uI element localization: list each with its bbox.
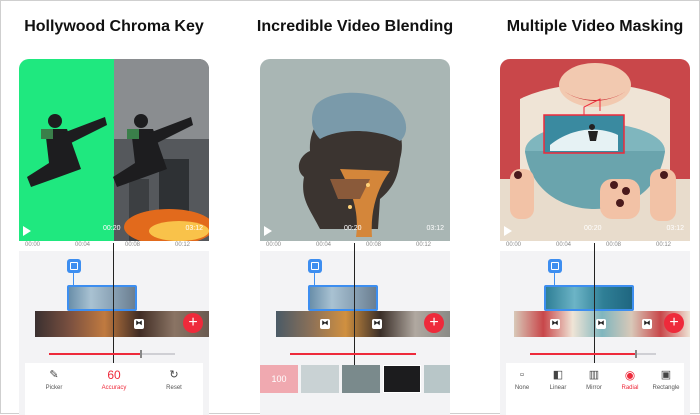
ruler-tick: 00:12 bbox=[175, 242, 191, 248]
blend-thumbnails: 100 bbox=[260, 365, 450, 393]
reset-icon: ↻ bbox=[169, 369, 179, 381]
chroma-key-image bbox=[19, 59, 209, 241]
ruler-tick: 00:12 bbox=[656, 242, 672, 248]
slider-fill bbox=[49, 353, 140, 355]
linear-icon: ◧ bbox=[552, 369, 564, 381]
tool-label: Linear bbox=[549, 385, 567, 391]
slider-knob[interactable] bbox=[139, 350, 142, 358]
phone-screen: 00:20 03:12 00:00 00:04 00:08 00:12 ⧓ ⧓ … bbox=[500, 59, 690, 415]
total-time: 03:12 bbox=[666, 225, 684, 232]
add-clip-button[interactable]: + bbox=[424, 313, 444, 333]
transition-icon[interactable]: ⧓ bbox=[596, 319, 606, 329]
transition-icon[interactable]: ⧓ bbox=[372, 319, 382, 329]
blend-thumb[interactable]: 100 bbox=[260, 365, 298, 393]
transition-icon[interactable]: ⧓ bbox=[134, 319, 144, 329]
mask-linear[interactable]: ◧ Linear bbox=[538, 369, 578, 391]
accuracy-value: 60 bbox=[107, 368, 121, 382]
panel-video-masking: Multiple Video Masking 00:20 03:12 00:00… bbox=[496, 1, 694, 415]
slider-knob[interactable] bbox=[634, 350, 637, 358]
ruler-tick: 00:08 bbox=[606, 242, 622, 248]
current-time: 00:20 bbox=[584, 225, 602, 232]
ruler-tick: 00:00 bbox=[25, 242, 41, 248]
video-preview[interactable]: 00:20 03:12 bbox=[260, 59, 450, 241]
ruler-tick: 00:04 bbox=[75, 242, 91, 248]
mask-rectangle[interactable]: ▣ Rectangle bbox=[646, 369, 686, 391]
phone-screen: 00:20 03:12 00:00 00:04 00:08 00:12 ⧓ + … bbox=[19, 59, 209, 415]
tool-label: None bbox=[514, 385, 530, 391]
ruler-tick: 00:12 bbox=[416, 242, 432, 248]
video-preview[interactable]: 00:20 03:12 bbox=[19, 59, 209, 241]
transition-icon[interactable]: ⧓ bbox=[550, 319, 560, 329]
overlay-pin-icon[interactable] bbox=[308, 259, 322, 273]
play-icon[interactable] bbox=[504, 226, 512, 236]
none-icon: ▫ bbox=[520, 369, 524, 381]
slider-fill bbox=[530, 353, 635, 355]
rectangle-icon: ▣ bbox=[660, 369, 672, 381]
ruler-tick: 00:04 bbox=[556, 242, 572, 248]
tool-bar: ✎ Picker 60 Accuracy ↻ Reset bbox=[25, 363, 203, 415]
play-icon[interactable] bbox=[264, 226, 272, 236]
picker-tool[interactable]: ✎ Picker bbox=[29, 369, 79, 391]
timeline-ruler: 00:00 00:04 00:08 00:12 bbox=[500, 241, 690, 251]
current-time: 00:20 bbox=[344, 225, 362, 232]
panel-caption: Hollywood Chroma Key bbox=[24, 18, 204, 35]
overlay-pin-icon[interactable] bbox=[548, 259, 562, 273]
blend-thumb[interactable] bbox=[383, 365, 421, 393]
slider-fill bbox=[290, 353, 416, 355]
current-time: 00:20 bbox=[103, 225, 121, 232]
video-preview[interactable]: 00:20 03:12 bbox=[500, 59, 690, 241]
timeline-ruler: 00:00 00:04 00:08 00:12 bbox=[19, 241, 209, 251]
tool-label: Picker bbox=[45, 385, 63, 391]
total-time: 03:12 bbox=[185, 225, 203, 232]
tool-label: Accuracy bbox=[101, 385, 127, 391]
blend-thumb[interactable] bbox=[301, 365, 339, 393]
mask-none[interactable]: ▫ None bbox=[502, 369, 542, 391]
mask-radial[interactable]: ◉ Radial bbox=[610, 369, 650, 391]
mask-slider[interactable] bbox=[530, 350, 656, 358]
add-clip-button[interactable]: + bbox=[664, 313, 684, 333]
ruler-tick: 00:04 bbox=[316, 242, 332, 248]
tool-label: Rectangle bbox=[652, 385, 680, 391]
phone-screen: 00:20 03:12 00:00 00:04 00:08 00:12 ⧓ ⧓ … bbox=[260, 59, 450, 415]
panel-chroma-key: Hollywood Chroma Key 00:20 03:12 00:00 0… bbox=[15, 1, 213, 415]
reset-tool[interactable]: ↻ Reset bbox=[149, 369, 199, 391]
blend-slider[interactable] bbox=[290, 353, 416, 355]
ruler-tick: 00:08 bbox=[366, 242, 382, 248]
overlay-clip[interactable] bbox=[544, 285, 634, 311]
mirror-icon: ▥ bbox=[588, 369, 600, 381]
mask-mirror[interactable]: ▥ Mirror bbox=[574, 369, 614, 391]
accuracy-tool[interactable]: 60 Accuracy bbox=[89, 369, 139, 391]
mask-type-bar: ▫ None ◧ Linear ▥ Mirror ◉ Radial ▣ Rect… bbox=[506, 363, 684, 415]
add-clip-button[interactable]: + bbox=[183, 313, 203, 333]
masking-image bbox=[500, 59, 690, 241]
blending-image bbox=[260, 59, 450, 241]
tool-label: Radial bbox=[621, 385, 639, 391]
ruler-tick: 00:00 bbox=[506, 242, 522, 248]
play-icon[interactable] bbox=[23, 226, 31, 236]
panel-video-blending: Incredible Video Blending 00:20 03:12 00… bbox=[256, 1, 454, 415]
transition-icon[interactable]: ⧓ bbox=[642, 319, 652, 329]
timeline-ruler: 00:00 00:04 00:08 00:12 bbox=[260, 241, 450, 251]
total-time: 03:12 bbox=[426, 225, 444, 232]
panel-caption: Incredible Video Blending bbox=[256, 18, 454, 35]
panel-caption: Multiple Video Masking bbox=[506, 18, 684, 35]
overlay-clip[interactable] bbox=[308, 285, 378, 311]
blend-thumb[interactable] bbox=[424, 365, 450, 393]
transition-icon[interactable]: ⧓ bbox=[320, 319, 330, 329]
overlay-clip[interactable] bbox=[67, 285, 137, 311]
ruler-tick: 00:08 bbox=[125, 242, 141, 248]
tool-label: Mirror bbox=[586, 385, 602, 391]
blend-thumb[interactable] bbox=[342, 365, 380, 393]
tool-label: Reset bbox=[166, 385, 182, 391]
radial-icon: ◉ bbox=[624, 368, 636, 382]
accuracy-slider[interactable] bbox=[49, 350, 175, 358]
ruler-tick: 00:00 bbox=[266, 242, 282, 248]
pencil-icon: ✎ bbox=[49, 369, 59, 381]
thumb-label: 100 bbox=[271, 374, 287, 384]
overlay-pin-icon[interactable] bbox=[67, 259, 81, 273]
